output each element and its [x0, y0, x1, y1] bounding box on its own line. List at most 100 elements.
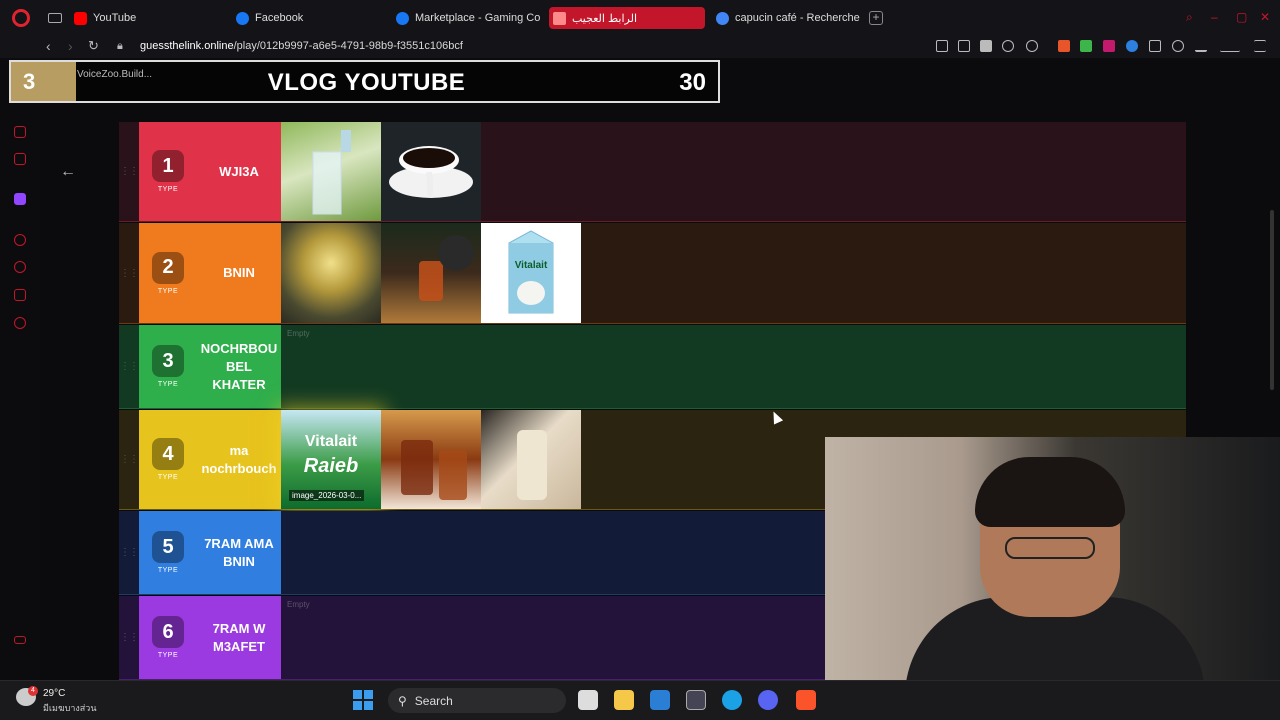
settings-gear-icon[interactable] — [14, 317, 26, 329]
tier-label[interactable]: BNIN — [197, 223, 281, 323]
taskbar-search[interactable]: ⚲ Search — [388, 688, 566, 713]
google-icon — [716, 11, 729, 25]
file-explorer-icon[interactable] — [614, 690, 634, 710]
tier-label[interactable]: 7RAM W M3AFET — [197, 596, 281, 679]
close-window-button[interactable]: ✕ — [1260, 10, 1270, 24]
back-nav-icon[interactable]: ‹ — [46, 38, 51, 54]
menu-icon[interactable] — [1254, 40, 1266, 52]
extension-icon[interactable] — [1058, 40, 1070, 52]
milkshake-image[interactable] — [481, 410, 581, 509]
tab-google-search[interactable]: capucin café - Recherche — [712, 7, 867, 29]
back-arrow-icon[interactable]: ← — [60, 163, 76, 181]
tier-rank: 2 TYPE — [139, 223, 197, 323]
weather-badge: 4 — [28, 686, 38, 696]
drag-handle-icon[interactable]: ⋮⋮ — [119, 596, 139, 679]
sidebar-app-icon[interactable] — [14, 126, 26, 138]
snapshot-icon[interactable] — [958, 40, 970, 52]
tab-marketplace[interactable]: Marketplace - Gaming Co — [392, 7, 544, 29]
rank-badge: 4 — [152, 438, 184, 470]
webcam-person-glasses — [1005, 537, 1095, 559]
tier-items — [281, 122, 1186, 221]
drag-handle-icon[interactable]: ⋮⋮ — [119, 325, 139, 408]
ai-icon[interactable] — [1220, 40, 1240, 52]
extensions-icon[interactable] — [14, 289, 26, 301]
green-tea-image[interactable] — [281, 223, 381, 323]
tier-label[interactable]: NOCHRBOU BEL KHATER — [197, 325, 281, 408]
extension-icon[interactable] — [1080, 40, 1092, 52]
rank-badge: 1 — [152, 150, 184, 182]
tab-youtube[interactable]: YouTube — [70, 7, 230, 29]
tier-rank: 3 TYPE — [139, 325, 197, 408]
heart-icon[interactable] — [1026, 40, 1038, 52]
empty-placeholder: Empty — [287, 329, 310, 338]
maximize-button[interactable]: ▢ — [1236, 10, 1247, 24]
tab-label: capucin café - Recherche — [735, 12, 860, 24]
tab-label: Marketplace - Gaming Co — [415, 12, 541, 24]
drag-handle-icon[interactable]: ⋮⋮ — [119, 511, 139, 594]
drag-handle-icon[interactable]: ⋮⋮ — [119, 122, 139, 221]
lock-icon: 🔒︎ — [117, 40, 123, 52]
rank-type: TYPE — [157, 567, 179, 574]
edge-icon[interactable] — [722, 690, 742, 710]
webcam-feed — [825, 437, 1280, 680]
search-icon: ⚲ — [398, 693, 407, 708]
water-glass-image[interactable] — [281, 122, 381, 221]
opera-logo-icon[interactable] — [12, 9, 30, 27]
twitch-icon[interactable] — [14, 193, 26, 205]
page-scrollbar[interactable] — [1270, 210, 1274, 390]
play-icon[interactable] — [1002, 40, 1014, 52]
image-caption: image_2026-03-0... — [289, 490, 365, 501]
gx-icon[interactable] — [14, 636, 26, 644]
url-field[interactable]: guessthelink.online/play/012b9997-a6e5-4… — [140, 40, 463, 52]
discord-icon[interactable] — [758, 690, 778, 710]
profile-icon[interactable] — [1172, 40, 1184, 52]
vitalait-raieb-image[interactable]: Vitalait Raieb image_2026-03-0... — [281, 410, 381, 509]
store-icon[interactable] — [650, 690, 670, 710]
tier-rank: 4 TYPE — [139, 410, 197, 509]
app-icon[interactable] — [686, 690, 706, 710]
extension-icon[interactable] — [1103, 40, 1115, 52]
tier-row: ⋮⋮ 1 TYPE WJI3A — [119, 122, 1186, 222]
minimize-button[interactable]: – — [1211, 10, 1218, 24]
black-tea-image[interactable] — [381, 223, 481, 323]
url-host: guessthelink.online — [140, 40, 234, 52]
tier-items: Vitalait — [281, 223, 1186, 323]
tab-guessthelink[interactable]: الرابط العجيب — [549, 7, 705, 29]
rank-type: TYPE — [157, 287, 179, 295]
tier-row: ⋮⋮ 3 TYPE NOCHRBOU BEL KHATER Empty — [119, 325, 1186, 409]
tab-facebook[interactable]: Facebook — [232, 7, 392, 29]
drag-handle-icon[interactable]: ⋮⋮ — [119, 410, 139, 509]
weather-description[interactable]: มีเมฆบางส่วน — [43, 701, 96, 715]
reload-icon[interactable]: ↻ — [88, 38, 99, 54]
download-icon[interactable] — [1195, 40, 1207, 52]
tier-label[interactable]: ma nochrbouch — [197, 410, 281, 509]
forward-nav-icon[interactable]: › — [68, 38, 73, 54]
history-icon[interactable] — [14, 261, 26, 273]
tab-label: الرابط العجيب — [572, 12, 638, 25]
rank-type: TYPE — [157, 652, 179, 659]
drag-handle-icon[interactable]: ⋮⋮ — [119, 223, 139, 323]
sidebar-messenger-icon[interactable] — [14, 153, 26, 165]
tier-rank: 6 TYPE — [139, 596, 197, 679]
coffee-cup-image[interactable] — [381, 122, 481, 221]
vitalait-milk-image[interactable]: Vitalait — [481, 223, 581, 323]
search-label: Search — [414, 693, 453, 708]
new-tab-button[interactable]: + — [869, 11, 883, 25]
search-tabs-icon[interactable]: ⌕ — [1186, 10, 1193, 25]
task-view-icon[interactable] — [578, 690, 598, 710]
tab-overview-icon[interactable] — [48, 13, 62, 23]
shield-icon[interactable] — [980, 40, 992, 52]
windows-start-icon[interactable] — [353, 690, 373, 710]
extension-icon[interactable] — [1126, 40, 1138, 52]
tier-rank: 5 TYPE — [139, 511, 197, 594]
tier-label[interactable]: 7RAM AMA BNIN — [197, 511, 281, 594]
brave-icon[interactable] — [796, 690, 816, 710]
vitalait-brand-text: Vitalait — [305, 433, 358, 450]
iced-tea-image[interactable] — [381, 410, 481, 509]
weather-temperature[interactable]: 29°C — [43, 688, 65, 699]
puzzle-icon[interactable] — [1149, 40, 1161, 52]
tier-label[interactable]: WJI3A — [197, 122, 281, 221]
rank-type: TYPE — [157, 381, 179, 388]
pin-icon[interactable] — [936, 40, 948, 52]
player-icon[interactable] — [14, 234, 26, 246]
